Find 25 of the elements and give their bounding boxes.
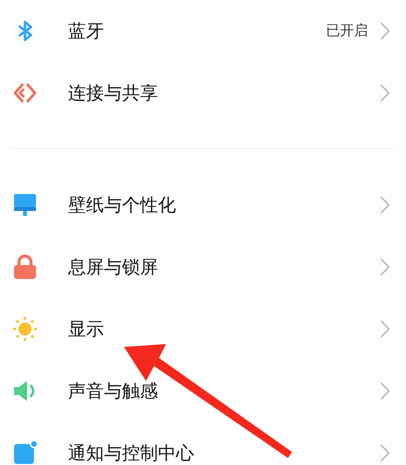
chevron-icon bbox=[380, 22, 390, 40]
row-label: 声音与触感 bbox=[68, 380, 159, 403]
settings-row[interactable]: 显示 bbox=[0, 298, 406, 360]
settings-row[interactable]: 蓝牙 已开启 bbox=[0, 0, 406, 62]
chevron-icon bbox=[380, 196, 390, 214]
settings-row[interactable]: 通知与控制中心 bbox=[0, 422, 406, 465]
row-label: 连接与共享 bbox=[68, 82, 159, 105]
settings-row[interactable]: 壁纸与个性化 bbox=[0, 174, 406, 236]
settings-row[interactable]: 息屏与锁屏 bbox=[0, 236, 406, 298]
row-label: 显示 bbox=[68, 318, 105, 341]
lock-icon bbox=[12, 254, 38, 280]
row-label: 壁纸与个性化 bbox=[68, 194, 177, 217]
settings-row[interactable]: 声音与触感 bbox=[0, 360, 406, 422]
chevron-icon bbox=[380, 258, 390, 276]
chevron-icon bbox=[380, 320, 390, 338]
settings-row[interactable]: 连接与共享 bbox=[0, 62, 406, 124]
chevron-icon bbox=[380, 84, 390, 102]
status-text: 已开启 bbox=[326, 22, 368, 40]
paint-roller-icon bbox=[12, 192, 38, 218]
chevron-icon bbox=[380, 444, 390, 462]
row-label: 蓝牙 bbox=[68, 20, 105, 43]
row-label: 息屏与锁屏 bbox=[68, 256, 159, 279]
sun-icon bbox=[12, 316, 38, 342]
chevron-icon bbox=[380, 382, 390, 400]
row-label: 通知与控制中心 bbox=[68, 442, 195, 465]
